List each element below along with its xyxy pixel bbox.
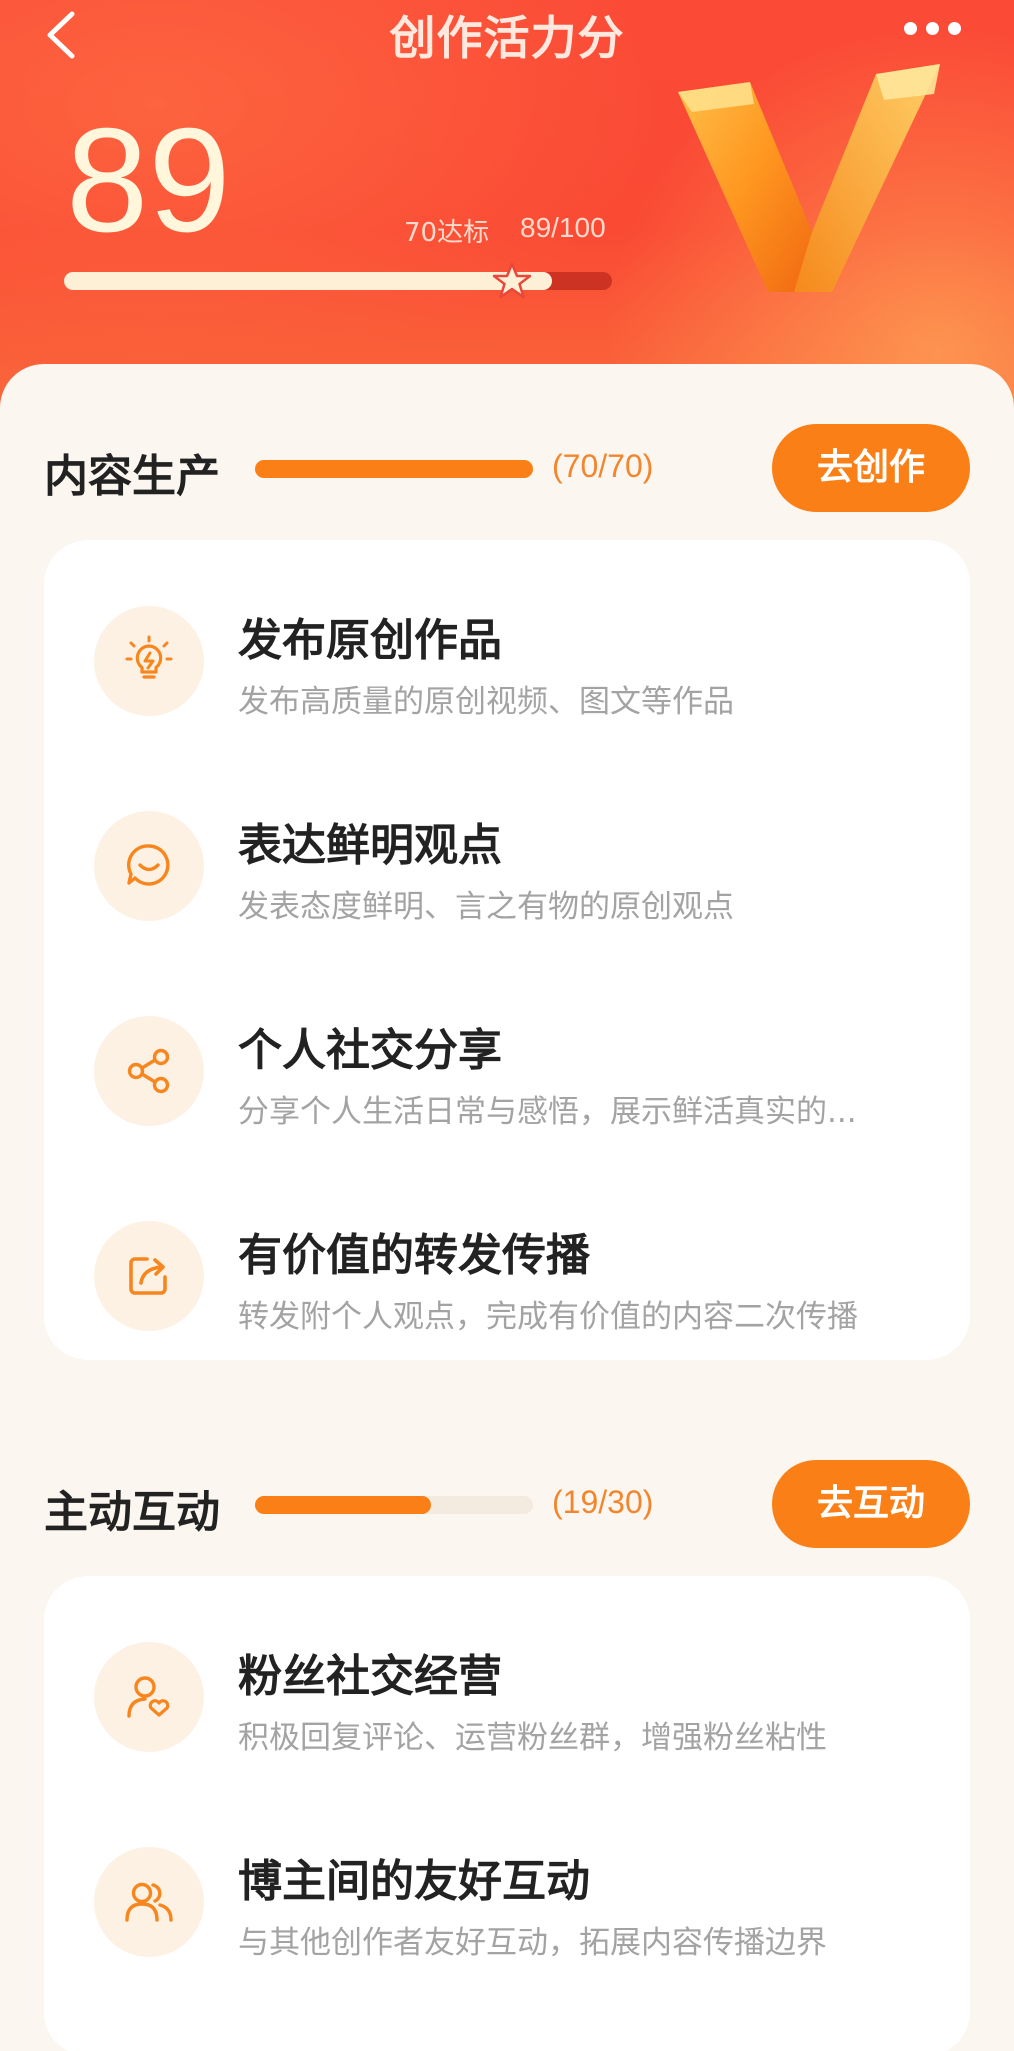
task-desc: 分享个人生活日常与感悟，展示鲜活真实的... bbox=[238, 1094, 857, 1130]
header: 创作活力分 89 70达标 89/100 bbox=[0, 0, 1014, 420]
section-title: 主动互动 bbox=[44, 1487, 220, 1538]
score-progress-fill bbox=[64, 272, 552, 290]
task-title: 发布原创作品 bbox=[238, 615, 502, 666]
star-marker-icon bbox=[492, 262, 532, 299]
task-card-content: 发布原创作品 发布高质量的原创视频、图文等作品 表达鲜明观点 发表态度鲜明、言之… bbox=[44, 540, 970, 1360]
user-heart-icon bbox=[94, 1642, 204, 1752]
section-count: (19/30) bbox=[552, 1484, 654, 1520]
users-icon bbox=[94, 1847, 204, 1957]
task-card-interaction: 粉丝社交经营 积极回复评论、运营粉丝群，增强粉丝粘性 博主间的友好互动 与其他创… bbox=[44, 1576, 970, 2051]
section-progress-bar bbox=[255, 460, 533, 478]
interact-button[interactable]: 去互动 bbox=[772, 1460, 970, 1548]
score-progress-bar bbox=[64, 262, 612, 299]
score-value: 89 bbox=[66, 98, 231, 263]
task-item[interactable]: 粉丝社交经营 积极回复评论、运营粉丝群，增强粉丝粘性 bbox=[44, 1576, 970, 1781]
section-progress-fill bbox=[255, 1496, 431, 1514]
more-dot-icon bbox=[948, 22, 961, 35]
task-item[interactable]: 博主间的友好互动 与其他创作者友好互动，拓展内容传播边界 bbox=[44, 1781, 970, 1986]
share-icon bbox=[94, 1016, 204, 1126]
section-progress-bar bbox=[255, 1496, 533, 1514]
task-desc: 转发附个人观点，完成有价值的内容二次传播 bbox=[238, 1299, 858, 1335]
task-title: 表达鲜明观点 bbox=[238, 820, 502, 871]
section-count: (70/70) bbox=[552, 448, 654, 484]
score-ratio: 89/100 bbox=[520, 212, 606, 243]
task-title: 个人社交分享 bbox=[238, 1025, 502, 1076]
task-item[interactable]: 表达鲜明观点 发表态度鲜明、言之有物的原创观点 bbox=[44, 745, 970, 950]
section-progress-fill bbox=[255, 460, 533, 478]
task-item[interactable]: 有价值的转发传播 转发附个人观点，完成有价值的内容二次传播 bbox=[44, 1155, 970, 1360]
task-item[interactable]: 个人社交分享 分享个人生活日常与感悟，展示鲜活真实的... bbox=[44, 950, 970, 1155]
task-item[interactable]: 发布原创作品 发布高质量的原创视频、图文等作品 bbox=[44, 540, 970, 745]
more-dot-icon bbox=[926, 22, 939, 35]
task-desc: 发表态度鲜明、言之有物的原创观点 bbox=[238, 889, 734, 925]
main-card: 内容生产 (70/70) 去创作 发布原创作品 发布高质量的原创视频、图文等作品… bbox=[0, 364, 1014, 2051]
task-desc: 与其他创作者友好互动，拓展内容传播边界 bbox=[238, 1925, 827, 1961]
more-dot-icon bbox=[904, 22, 917, 35]
lightbulb-icon bbox=[94, 606, 204, 716]
section-header-content: 内容生产 (70/70) 去创作 bbox=[0, 422, 1014, 512]
task-desc: 发布高质量的原创视频、图文等作品 bbox=[238, 684, 734, 720]
create-button[interactable]: 去创作 bbox=[772, 424, 970, 512]
standard-label: 70达标 bbox=[404, 218, 490, 248]
page-title: 创作活力分 bbox=[389, 11, 625, 65]
task-title: 博主间的友好互动 bbox=[238, 1856, 590, 1907]
task-title: 粉丝社交经营 bbox=[238, 1651, 502, 1702]
task-desc: 积极回复评论、运营粉丝群，增强粉丝粘性 bbox=[238, 1720, 827, 1756]
section-title: 内容生产 bbox=[44, 451, 220, 502]
section-header-interaction: 主动互动 (19/30) 去互动 bbox=[0, 1458, 1014, 1548]
forward-icon bbox=[94, 1221, 204, 1331]
more-button[interactable] bbox=[904, 20, 974, 40]
chat-smile-icon bbox=[94, 811, 204, 921]
task-title: 有价值的转发传播 bbox=[238, 1230, 590, 1281]
v-logo-icon bbox=[678, 64, 940, 292]
